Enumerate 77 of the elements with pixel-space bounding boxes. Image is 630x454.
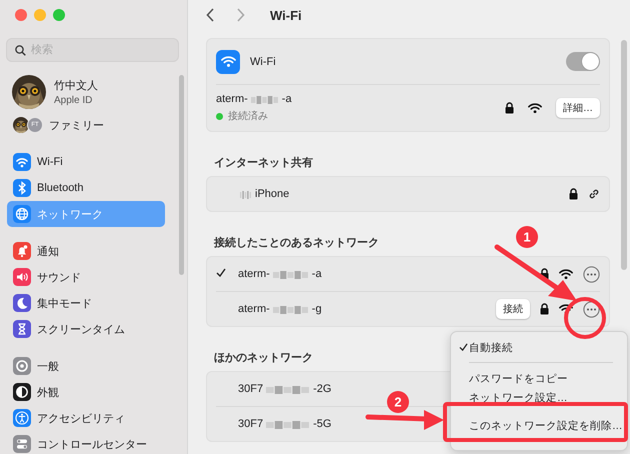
- network-name: aterm-: [238, 303, 270, 315]
- sidebar-item[interactable]: 通知: [7, 238, 165, 264]
- blurred-text-drawing: [240, 188, 252, 200]
- bell-icon: [13, 242, 31, 260]
- status-dot: [216, 112, 223, 120]
- lock-icon: [540, 303, 549, 315]
- menu-item[interactable]: 自動接続: [457, 338, 621, 357]
- menu-item[interactable]: ネットワーク設定…: [457, 388, 621, 407]
- network-name: -a: [312, 268, 322, 280]
- details-button[interactable]: 詳細…: [556, 98, 600, 118]
- account-subtitle: Apple ID: [54, 95, 94, 106]
- highlight-circle: [564, 297, 606, 339]
- connect-button[interactable]: 接続: [496, 299, 530, 319]
- network-name: 30F7: [238, 418, 264, 430]
- checkmark-icon: [459, 342, 468, 350]
- lock-icon: [540, 268, 549, 280]
- forward-icon[interactable]: [236, 8, 245, 22]
- network-name: 30F7: [238, 383, 264, 395]
- more-options-icon[interactable]: [583, 266, 600, 282]
- wifi-label: Wi-Fi: [250, 56, 277, 68]
- network-name: -5G: [313, 418, 332, 430]
- network-name: -2G: [313, 383, 332, 395]
- blurred-text-drawing: [266, 418, 310, 430]
- sidebar-item[interactable]: Bluetooth: [7, 175, 165, 201]
- window-control[interactable]: [15, 9, 27, 21]
- menu-item[interactable]: このネットワーク設定を削除…: [457, 416, 621, 435]
- blurred-text-drawing: [272, 304, 309, 314]
- blurred-text-drawing: [266, 384, 310, 394]
- section-heading: ほかのネットワーク: [214, 351, 313, 365]
- step-badge: 1: [516, 226, 538, 248]
- globe-icon: [13, 205, 31, 223]
- menu-item[interactable]: パスワードをコピー: [457, 369, 621, 388]
- network-name: -g: [312, 303, 322, 315]
- bluetooth-icon: [13, 179, 31, 197]
- lock-icon: [569, 188, 578, 200]
- sidebar-item[interactable]: 集中モード: [7, 290, 165, 316]
- wifi-icon: [13, 153, 31, 171]
- moon-icon: [13, 294, 31, 312]
- sidebar-item[interactable]: サウンド: [7, 264, 165, 290]
- page-title: Wi-Fi: [270, 8, 302, 22]
- speaker-icon: [13, 268, 31, 286]
- sidebar-item[interactable]: アクセシビリティ: [7, 405, 165, 431]
- section-heading: インターネット共有: [214, 156, 313, 170]
- blurred-text-drawing: [250, 94, 279, 104]
- step-badge: 2: [387, 391, 409, 413]
- section-heading: 接続したことのあるネットワーク: [214, 236, 379, 250]
- connection-status: 接続済み: [228, 110, 268, 123]
- more-options-icon[interactable]: [583, 300, 600, 318]
- network-name: -a: [282, 93, 292, 105]
- family-link[interactable]: ファミリー: [49, 118, 104, 132]
- account-name[interactable]: 竹中文人: [54, 78, 98, 93]
- sidebar-item[interactable]: 一般: [7, 353, 165, 379]
- sidebar-item[interactable]: コントロールセンター: [7, 431, 165, 454]
- network-name: aterm-: [238, 268, 270, 280]
- network-name: aterm-: [216, 93, 248, 105]
- gear-icon: [13, 357, 31, 375]
- accessibility-icon: [13, 409, 31, 427]
- sidebar-item[interactable]: Wi-Fi: [7, 149, 165, 175]
- toggles-icon: [13, 435, 31, 453]
- window-control[interactable]: [53, 9, 65, 21]
- scrollbar[interactable]: [179, 75, 184, 275]
- search-icon: [15, 44, 26, 56]
- scrollbar[interactable]: [621, 40, 627, 270]
- window-control[interactable]: [34, 9, 46, 21]
- appearance-icon: [13, 383, 31, 401]
- lock-icon: [505, 102, 514, 114]
- link-icon: [588, 188, 600, 200]
- wifi-toggle[interactable]: [566, 52, 600, 71]
- back-icon[interactable]: [206, 8, 215, 22]
- device-name: iPhone: [255, 188, 290, 200]
- wifi-signal-icon: [528, 102, 542, 114]
- wifi-glyph-icon: [220, 56, 236, 68]
- hourglass-icon: [13, 320, 31, 338]
- sidebar-item[interactable]: 外観: [7, 379, 165, 405]
- wifi-signal-icon: [559, 268, 573, 280]
- sidebar-item[interactable]: スクリーンタイム: [7, 316, 165, 342]
- blurred-text-drawing: [272, 268, 309, 280]
